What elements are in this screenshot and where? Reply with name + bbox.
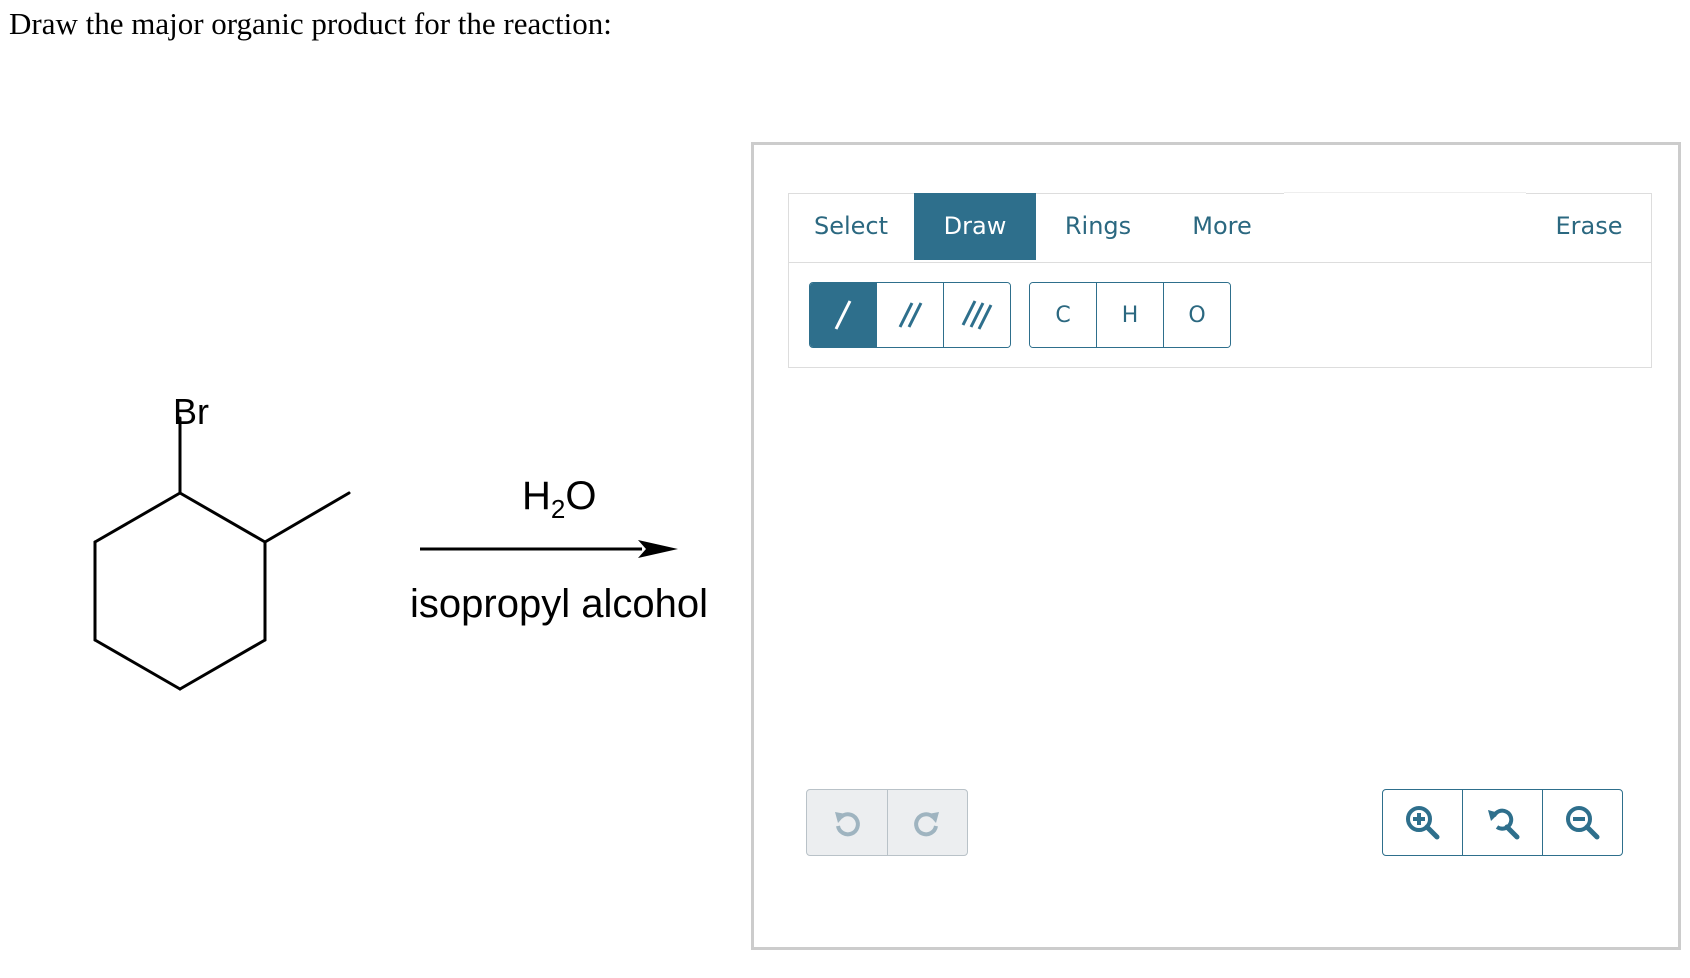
tab-bar: Select Draw Rings More Erase bbox=[788, 192, 1652, 263]
triple-bond-icon bbox=[961, 300, 993, 330]
single-bond-button[interactable] bbox=[810, 283, 877, 347]
zoom-in-icon bbox=[1405, 805, 1439, 839]
redo-icon bbox=[914, 811, 940, 836]
atom-button-h[interactable]: H bbox=[1097, 283, 1164, 347]
reagent-water: H2O bbox=[522, 474, 596, 525]
ring-bond bbox=[93, 638, 182, 691]
methyl-bond bbox=[263, 491, 351, 544]
reactant-structure bbox=[93, 416, 351, 691]
bromine-label: Br bbox=[173, 391, 209, 432]
atom-button-o[interactable]: O bbox=[1164, 283, 1230, 347]
zoom-reset-button[interactable] bbox=[1463, 790, 1543, 855]
zoom-out-button[interactable] bbox=[1543, 790, 1622, 855]
reagent-h: H bbox=[522, 474, 551, 518]
reaction-arrow bbox=[420, 540, 678, 558]
ring-bond bbox=[93, 491, 182, 544]
tab-rings[interactable]: Rings bbox=[1036, 193, 1160, 259]
reagent-solvent: isopropyl alcohol bbox=[410, 582, 708, 626]
redo-button[interactable] bbox=[888, 790, 968, 855]
double-bond-button[interactable] bbox=[877, 283, 944, 347]
ring-bond bbox=[178, 638, 267, 691]
history-controls bbox=[806, 789, 968, 856]
tab-draw[interactable]: Draw bbox=[914, 193, 1036, 260]
triple-bond-button[interactable] bbox=[944, 283, 1010, 347]
single-bond-icon bbox=[834, 300, 852, 330]
zoom-in-button[interactable] bbox=[1383, 790, 1463, 855]
undo-button[interactable] bbox=[807, 790, 888, 855]
tab-more[interactable]: More bbox=[1160, 193, 1284, 259]
undo-icon bbox=[834, 811, 860, 836]
zoom-out-icon bbox=[1565, 805, 1599, 839]
tab-erase[interactable]: Erase bbox=[1526, 193, 1652, 259]
reagent-o: O bbox=[565, 474, 597, 518]
double-bond-icon bbox=[898, 302, 923, 328]
zoom-controls bbox=[1382, 789, 1623, 856]
zoom-reset-icon bbox=[1487, 808, 1519, 839]
tab-select[interactable]: Select bbox=[788, 193, 914, 259]
atom-type-group: C H O bbox=[1029, 282, 1231, 348]
atom-button-c[interactable]: C bbox=[1030, 283, 1097, 347]
drawing-canvas[interactable]: Select Draw Rings More Erase C H O bbox=[751, 142, 1681, 950]
reagent-subscript: 2 bbox=[550, 494, 566, 524]
tab-spacer bbox=[1284, 192, 1526, 262]
bond-type-group bbox=[809, 282, 1011, 348]
drawing-toolbar: Select Draw Rings More Erase C H O bbox=[788, 192, 1652, 368]
ring-bond bbox=[178, 491, 267, 544]
